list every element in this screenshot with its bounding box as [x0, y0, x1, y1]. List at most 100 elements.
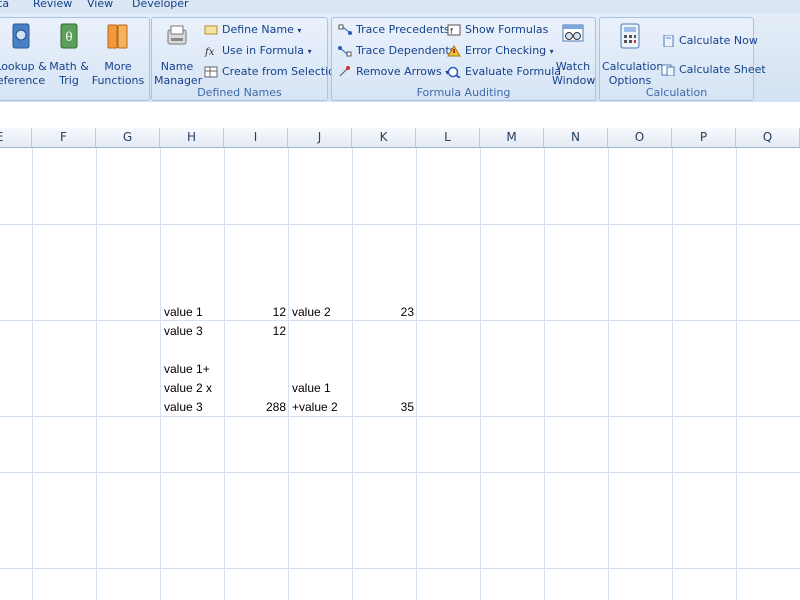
gridline: [672, 148, 673, 600]
cell-k-value2[interactable]: 23: [354, 303, 414, 321]
column-header-o[interactable]: O: [608, 128, 672, 147]
column-header-j[interactable]: J: [288, 128, 352, 147]
watch-window-label: Watch Window: [552, 60, 596, 87]
math-trig-button[interactable]: θ Math & Trig: [49, 22, 89, 88]
more-functions-label: More Functions: [91, 60, 145, 87]
column-header-i[interactable]: I: [224, 128, 288, 147]
tab-data[interactable]: ta: [0, 0, 9, 10]
create-from-selection-button[interactable]: Create from Selection: [204, 63, 342, 81]
cell-k-sum-result[interactable]: 35: [354, 398, 414, 416]
group-formula-auditing: Trace Precedents Trace Dependents Remove…: [331, 17, 596, 101]
column-header-e[interactable]: E: [0, 128, 32, 147]
grid-dot: [32, 530, 33, 531]
calculate-now-label: Calculate Now: [679, 34, 758, 47]
error-checking-icon: [447, 45, 461, 57]
evaluate-formula-label: Evaluate Formula: [465, 65, 562, 78]
column-header-p[interactable]: P: [672, 128, 736, 147]
svg-text:θ: θ: [65, 30, 72, 44]
cell-h-label-line2[interactable]: value 2 x: [164, 379, 222, 397]
define-name-button[interactable]: Define Name ▾: [204, 21, 301, 39]
grid-dot: [32, 166, 33, 167]
column-header-n[interactable]: N: [544, 128, 608, 147]
more-functions-button[interactable]: More Functions: [91, 22, 145, 88]
calculate-now-button[interactable]: Calculate Now: [661, 32, 758, 50]
gridline: [160, 148, 161, 600]
group-calculation: Calculation Options Calculate Now Calcul…: [599, 17, 766, 101]
grid-dot: [96, 205, 97, 206]
grid-dot: [96, 530, 97, 531]
lookup-reference-button[interactable]: Lookup & eference: [0, 22, 47, 88]
cell-j-label-line2[interactable]: +value 2: [292, 398, 350, 416]
lookup-reference-label: Lookup & eference: [0, 60, 47, 87]
grid-dot: [96, 358, 97, 359]
ribbon: Lookup & eference θ Math & Trig More Fun…: [0, 14, 800, 102]
error-checking-label: Error Checking: [465, 44, 547, 57]
evaluate-formula-icon: [447, 66, 461, 78]
cell-h-value1[interactable]: value 1: [164, 303, 222, 321]
chevron-down-icon: ▾: [297, 26, 302, 35]
cell-j-value2[interactable]: value 2: [292, 303, 350, 321]
column-header-l[interactable]: L: [416, 128, 480, 147]
grid-dot: [96, 262, 97, 263]
trace-precedents-button[interactable]: Trace Precedents: [338, 21, 450, 39]
math-trig-label: Math & Trig: [49, 60, 89, 87]
tab-review[interactable]: Review: [33, 0, 72, 10]
grid-dot: [96, 166, 97, 167]
calculator-icon: [620, 23, 640, 49]
remove-arrows-button[interactable]: Remove Arrows ▾: [338, 63, 449, 81]
trace-dependents-label: Trace Dependents: [356, 44, 456, 57]
cell-j-label-line1[interactable]: value 1: [292, 379, 350, 397]
tab-developer[interactable]: Developer: [132, 0, 189, 10]
show-formulas-icon: f: [447, 24, 461, 36]
use-in-formula-label: Use in Formula: [222, 44, 305, 57]
watch-window-button[interactable]: Watch Window: [552, 22, 596, 88]
show-formulas-label: Show Formulas: [465, 23, 549, 36]
gridline: [352, 148, 353, 600]
grid-dot: [96, 300, 97, 301]
gridline: [0, 416, 800, 417]
remove-arrows-label: Remove Arrows: [356, 65, 442, 78]
grid-dot: [32, 262, 33, 263]
grid-dot: [96, 491, 97, 492]
column-header-f[interactable]: F: [32, 128, 96, 147]
show-formulas-button[interactable]: f Show Formulas: [447, 21, 548, 39]
formula-auditing-label: Formula Auditing: [416, 86, 511, 99]
create-from-selection-label: Create from Selection: [222, 65, 342, 78]
worksheet-grid[interactable]: value 1 12 value 2 23 value 3 12 value 1…: [0, 148, 800, 600]
calculation-options-button[interactable]: Calculation Options: [602, 22, 664, 88]
calculate-sheet-label: Calculate Sheet: [679, 63, 766, 76]
error-checking-button[interactable]: Error Checking ▾: [447, 42, 554, 60]
calculation-options-label: Calculation Options: [602, 60, 664, 87]
cell-h-label-line3[interactable]: value 3: [164, 398, 222, 416]
watch-window-icon: [562, 24, 584, 42]
calculate-now-icon: [663, 35, 674, 47]
calculate-sheet-button[interactable]: Calculate Sheet: [661, 61, 766, 79]
cell-h-value3[interactable]: value 3: [164, 322, 222, 340]
cell-i-value3[interactable]: 12: [226, 322, 286, 340]
cell-i-product-result[interactable]: 288: [226, 398, 286, 416]
create-selection-icon: [204, 66, 218, 78]
column-header-q[interactable]: Q: [736, 128, 800, 147]
gridline: [96, 148, 97, 600]
gridline: [224, 148, 225, 600]
chevron-down-icon: ▾: [307, 47, 312, 56]
column-header-k[interactable]: K: [352, 128, 416, 147]
name-manager-icon: [167, 25, 187, 45]
formula-bar-area[interactable]: [0, 102, 800, 129]
column-header-g[interactable]: G: [96, 128, 160, 147]
tab-view[interactable]: View: [87, 0, 113, 10]
trace-precedents-icon: [338, 24, 352, 35]
trace-dependents-button[interactable]: Trace Dependents: [338, 42, 455, 60]
column-header-h[interactable]: H: [160, 128, 224, 147]
cell-h-label-line1[interactable]: value 1+: [164, 360, 222, 378]
group-defined-names: Name Manager Define Name ▾ fx Use in Form…: [151, 17, 342, 101]
calculate-sheet-icon: [661, 64, 675, 76]
name-manager-label: Name Manager: [154, 60, 203, 87]
gridline: [288, 148, 289, 600]
name-manager-button[interactable]: Name Manager: [154, 22, 203, 88]
evaluate-formula-button[interactable]: Evaluate Formula: [447, 63, 561, 81]
use-in-formula-button[interactable]: fx Use in Formula ▾: [204, 42, 312, 60]
cell-i-value1[interactable]: 12: [226, 303, 286, 321]
gridline: [736, 148, 737, 600]
column-header-m[interactable]: M: [480, 128, 544, 147]
